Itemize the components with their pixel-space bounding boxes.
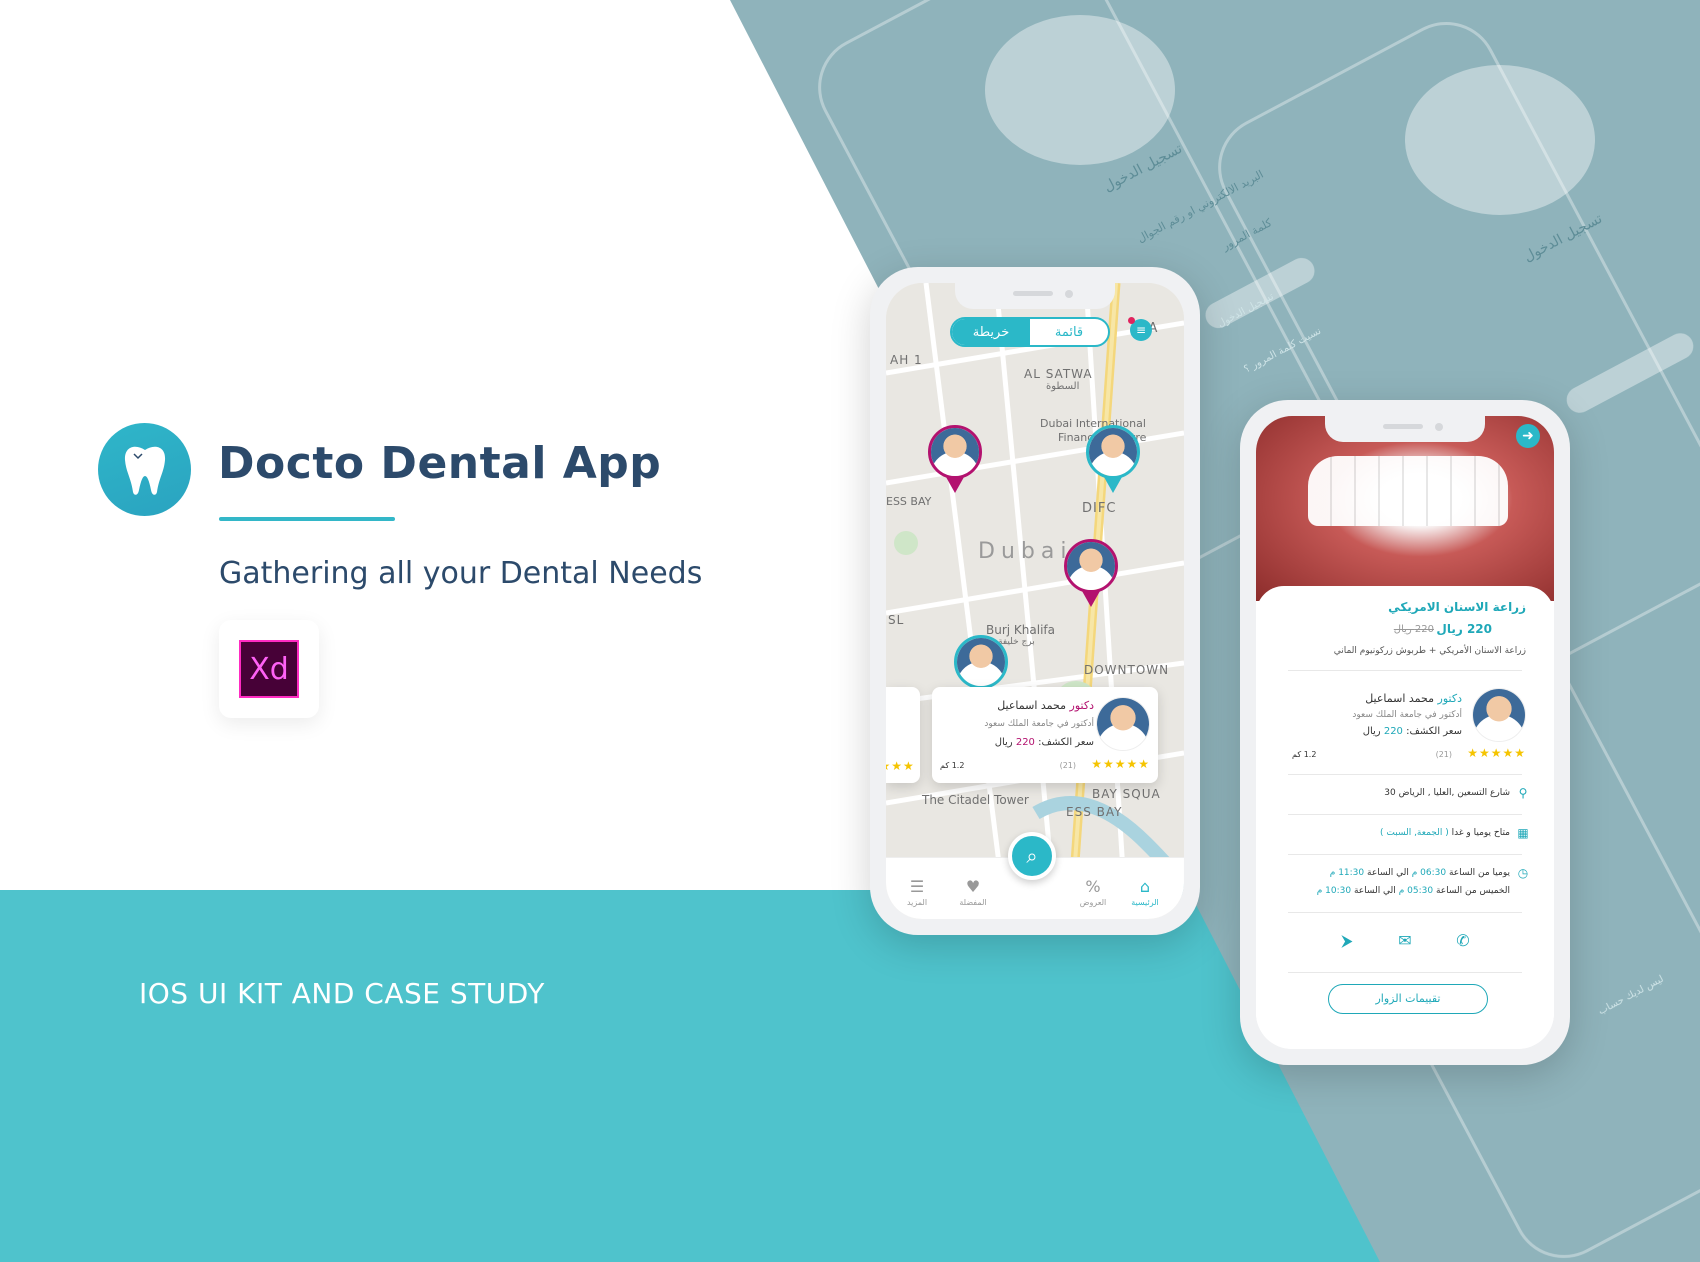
map-label: DOWNTOWN [1084,663,1170,677]
offers-icon: % [1085,877,1101,896]
phone-notch [955,283,1115,309]
doctor-pin[interactable] [1086,425,1140,479]
map-label: The Citadel Tower [922,793,1029,807]
app-logo [98,423,191,516]
rating-stars: ★★★★★ [1091,757,1150,771]
rating-stars: ★★★★★ [1467,746,1526,760]
app-title: Docto Dental App [218,438,662,489]
doctor-card-peek[interactable]: ★★★★★ [886,687,920,783]
address: شارع التسعين ,العليا , الرياض 30 [1384,788,1510,798]
title-underline [219,517,395,521]
doctor-card[interactable]: دكتور محمد اسماعيل أدكتور في جامعة الملك… [932,687,1158,783]
divider [1288,670,1522,671]
treatment-details: زراعة الاسنان الامريكي 220 ريال 220 ريال… [1256,586,1554,1049]
avatar [1472,688,1526,742]
phone-detail: ➜ زراعة الاسنان الامريكي 220 ريال 220 ري… [1240,400,1570,1065]
doctor-pin[interactable] [1064,539,1118,593]
map-label: DIFC [1082,501,1117,516]
divider [1288,854,1522,855]
map-label: Burj Khalifa [986,623,1055,637]
app-subtitle: Gathering all your Dental Needs [219,556,703,591]
forward-icon[interactable]: ➜ [1516,424,1540,448]
divider [1288,814,1522,815]
reviews-button[interactable]: تقييمات الزوار [1328,984,1488,1014]
distance: 1.2 كم [940,761,965,770]
map-view[interactable]: AH 1 TRA AL SATWA السطوة Dubai Internati… [886,283,1184,919]
treatment-description: زراعة الاسنان الأمريكي + طربوش زركونيوم … [1333,646,1526,656]
old-price: 220 ريال [1393,624,1434,635]
tab-map[interactable]: خريطة [952,319,1030,345]
map-screen: AH 1 TRA AL SATWA السطوة Dubai Internati… [886,283,1184,919]
map-label: ESS BAY [1066,805,1123,819]
divider [1288,774,1522,775]
doctor-pin[interactable] [954,635,1008,689]
map-label: SL [888,613,905,627]
calendar-icon: ▦ [1517,826,1529,840]
map-label: Dubai International [1040,417,1146,430]
rating-count: (21) [1435,750,1452,759]
pin-pointer [1082,591,1100,607]
hours-line-1: يوميا من الساعة 06:30 م الي الساعة 11:30… [1329,868,1510,878]
pin-pointer [946,477,964,493]
divider [1288,972,1522,973]
tab-list[interactable]: قائمة [1030,319,1108,345]
tab-more[interactable]: ☰ المزيد [892,877,942,907]
doctor-price: سعر الكشف: 220 ريال [1362,726,1462,737]
doctor-pin[interactable] [928,425,982,479]
distance: 1.2 كم [1292,750,1317,759]
tooth-icon [124,446,165,495]
map-label: ESS BAY [886,495,932,508]
xd-badge: Xd [219,620,319,718]
notification-dot [1128,317,1135,324]
tab-home[interactable]: ⌂ الرئيسية [1120,877,1170,907]
phone-notch [1325,416,1485,442]
heart-icon: ♥ [965,877,981,896]
map-label: السطوة [1046,381,1080,392]
detail-screen: ➜ زراعة الاسنان الامريكي 220 ريال 220 ري… [1256,416,1554,1049]
map-label: AL SATWA [1024,367,1093,381]
doctor-name: دكتور محمد اسماعيل [997,699,1094,712]
tab-offers[interactable]: % العروض [1068,877,1118,907]
doctor-subtitle: أدكتور في جامعة الملك سعود [984,719,1094,729]
kit-label: IOS UI KIT AND CASE STUDY [139,977,545,1010]
hours-line-2: الخميس من الساعة 05:30 م الي الساعة 10:3… [1316,886,1510,896]
doctor-price: سعر الكشف: 220 ريال [994,737,1094,748]
chat-icon[interactable]: ✉ [1394,930,1416,952]
treatment-title: زراعة الاسنان الامريكي [1388,600,1526,614]
doctor-subtitle: أدكتور في جامعة الملك سعود [1352,710,1462,720]
menu-icon: ☰ [909,877,925,896]
location-icon: ⚲ [1518,786,1528,800]
divider [1288,912,1522,913]
adobe-xd-icon: Xd [239,640,299,698]
new-price: 220 ريال [1436,622,1492,636]
clock-icon: ◷ [1517,866,1529,880]
map-label: Dubai [978,539,1073,564]
home-icon: ⌂ [1139,877,1151,896]
phone-map: AH 1 TRA AL SATWA السطوة Dubai Internati… [870,267,1200,935]
bottom-tab-bar: ⌕ ⌂ الرئيسية % العروض ♥ المفضلة ☰ المزيد [886,832,1184,919]
map-label: BAY SQUA [1092,787,1161,801]
chat-icon[interactable]: ≡ [1128,317,1152,341]
availability: متاح يوميا و غدا ( الجمعة, السبت ) [1380,828,1510,838]
avatar [1096,697,1150,751]
view-toggle[interactable]: خريطة قائمة [950,317,1110,347]
doctor-name: دكتور محمد اسماعيل [1365,692,1462,705]
rating-stars: ★★★★★ [886,759,915,773]
tab-favorites[interactable]: ♥ المفضلة [948,877,998,907]
treatment-image [1256,416,1554,601]
search-button[interactable]: ⌕ [1008,832,1056,880]
phone-icon[interactable]: ✆ [1452,930,1474,952]
map-label: AH 1 [890,353,923,367]
pin-pointer [1104,477,1122,493]
directions-icon[interactable]: ⮞ [1336,930,1358,952]
rating-count: (21) [1059,761,1076,770]
map-label: برج خليفة [998,637,1035,647]
